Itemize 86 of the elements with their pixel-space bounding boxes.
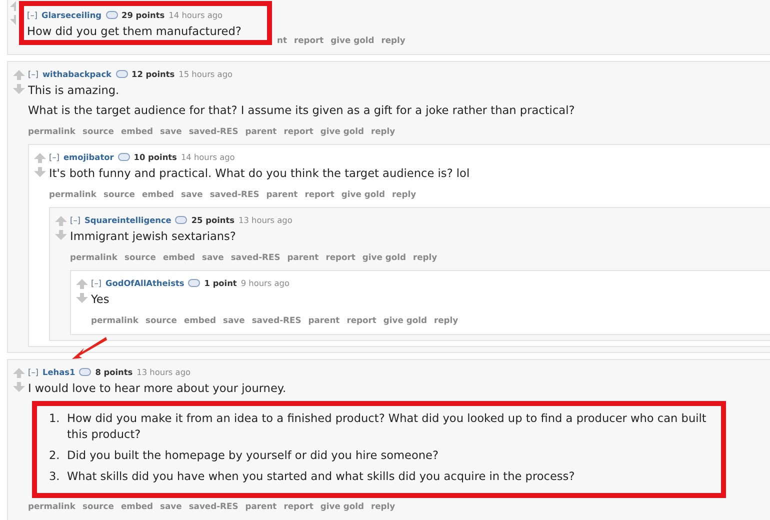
username-link[interactable]: Squareintelligence xyxy=(84,215,172,225)
points-count: 12 points xyxy=(132,69,175,79)
collapse-toggle[interactable]: [–] xyxy=(28,367,38,377)
list-item-text: What skills did you have when you started and what skills did you acquire in the process? xyxy=(67,469,575,485)
action-link[interactable]: saved-RES xyxy=(252,315,302,325)
username-link[interactable]: Glarseceiling xyxy=(41,10,102,20)
action-link[interactable]: permalink xyxy=(70,252,118,262)
action-link[interactable]: save xyxy=(181,189,203,199)
action-link[interactable]: save xyxy=(202,252,224,262)
action-link[interactable]: reply xyxy=(370,501,396,511)
action-link[interactable]: source xyxy=(145,315,177,325)
action-link[interactable]: give gold xyxy=(320,501,364,511)
action-link[interactable]: saved-RES xyxy=(188,126,238,136)
action-link[interactable]: nt xyxy=(277,35,287,45)
action-link[interactable]: give gold xyxy=(362,252,406,262)
username-link[interactable]: GodOfAllAtheists xyxy=(105,278,184,288)
username-link[interactable]: Lehas1 xyxy=(42,367,76,377)
timestamp: 14 hours ago xyxy=(168,10,223,20)
collapse-toggle[interactable]: [–] xyxy=(27,10,38,20)
timestamp: 9 hours ago xyxy=(240,278,290,288)
action-link[interactable]: parent xyxy=(287,252,319,262)
action-link[interactable]: saved-RES xyxy=(188,501,238,511)
comment-text: I would love to hear more about your journey. xyxy=(28,381,288,397)
action-link[interactable]: give gold xyxy=(320,126,364,136)
action-link[interactable]: embed xyxy=(120,126,154,136)
action-link[interactable]: save xyxy=(223,315,245,325)
comment-text: This is amazing. xyxy=(28,83,120,99)
action-link[interactable]: report xyxy=(294,35,324,45)
action-link[interactable]: reply xyxy=(434,315,458,325)
action-link[interactable]: parent xyxy=(245,501,277,511)
action-link[interactable]: source xyxy=(82,501,114,511)
action-link[interactable]: permalink xyxy=(28,501,76,511)
action-link[interactable]: source xyxy=(124,252,156,262)
action-link[interactable]: source xyxy=(103,189,135,199)
action-link[interactable]: give gold xyxy=(330,35,374,45)
points-count: 1 point xyxy=(204,278,237,288)
username-link[interactable]: withabackpack xyxy=(42,69,112,79)
action-link[interactable]: embed xyxy=(184,315,216,325)
action-link[interactable]: source xyxy=(82,126,114,136)
comment-text: Yes xyxy=(91,292,110,308)
collapse-toggle[interactable]: [–] xyxy=(28,69,38,79)
action-link[interactable]: report xyxy=(326,252,356,262)
collapse-toggle[interactable]: [–] xyxy=(49,152,60,162)
action-link[interactable]: reply xyxy=(370,126,396,136)
timestamp: 15 hours ago xyxy=(178,69,233,79)
action-link[interactable]: embed xyxy=(120,501,154,511)
action-link[interactable]: permalink xyxy=(91,315,138,325)
points-count: 29 points xyxy=(122,10,165,20)
list-number: 2. xyxy=(49,448,61,464)
action-link[interactable]: give gold xyxy=(383,315,427,325)
action-link[interactable]: reply xyxy=(412,252,438,262)
action-link[interactable]: parent xyxy=(245,126,277,136)
list-item-text: Did you built the homepage by yourself or did you hire someone? xyxy=(67,448,439,464)
action-link[interactable]: saved-RES xyxy=(210,189,260,199)
timestamp: 14 hours ago xyxy=(180,152,235,162)
action-link[interactable]: reply xyxy=(392,189,416,199)
comment-text: What is the target audience for that? I assume its given as a gift for a joke rather than practical? xyxy=(28,103,576,119)
comment-text: It's both funny and practical. What do you think the target audience is? lol xyxy=(49,166,471,182)
list-item-text: How did you make it from an idea to a finished product? What did you looked up to find a producer who can built this product? xyxy=(67,411,708,443)
action-link[interactable]: report xyxy=(346,315,376,325)
action-link[interactable]: report xyxy=(284,126,314,136)
list-number: 3. xyxy=(49,469,61,485)
comment-text: How did you get them manufactured? xyxy=(27,24,242,40)
action-link[interactable]: embed xyxy=(162,252,196,262)
action-link[interactable]: save xyxy=(160,126,182,136)
action-link[interactable]: report xyxy=(284,501,314,511)
action-link[interactable]: permalink xyxy=(28,126,76,136)
action-link[interactable]: parent xyxy=(266,189,298,199)
action-link[interactable]: saved-RES xyxy=(230,252,280,262)
points-count: 10 points xyxy=(134,152,177,162)
action-link[interactable]: embed xyxy=(142,189,174,199)
action-link[interactable]: parent xyxy=(308,315,340,325)
comment-text: Immigrant jewish sextarians? xyxy=(70,229,237,245)
collapse-toggle[interactable]: [–] xyxy=(70,215,80,225)
points-count: 8 points xyxy=(95,367,133,377)
action-link[interactable]: permalink xyxy=(49,189,96,199)
collapse-toggle[interactable]: [–] xyxy=(91,278,102,288)
action-link[interactable]: report xyxy=(304,189,334,199)
action-link[interactable]: give gold xyxy=(341,189,385,199)
action-link[interactable]: reply xyxy=(381,35,406,45)
action-link[interactable]: save xyxy=(160,501,182,511)
timestamp: 13 hours ago xyxy=(136,367,191,377)
username-link[interactable]: emojibator xyxy=(63,152,114,162)
timestamp: 13 hours ago xyxy=(238,215,292,225)
points-count: 25 points xyxy=(191,215,235,225)
list-number: 1. xyxy=(49,411,61,427)
